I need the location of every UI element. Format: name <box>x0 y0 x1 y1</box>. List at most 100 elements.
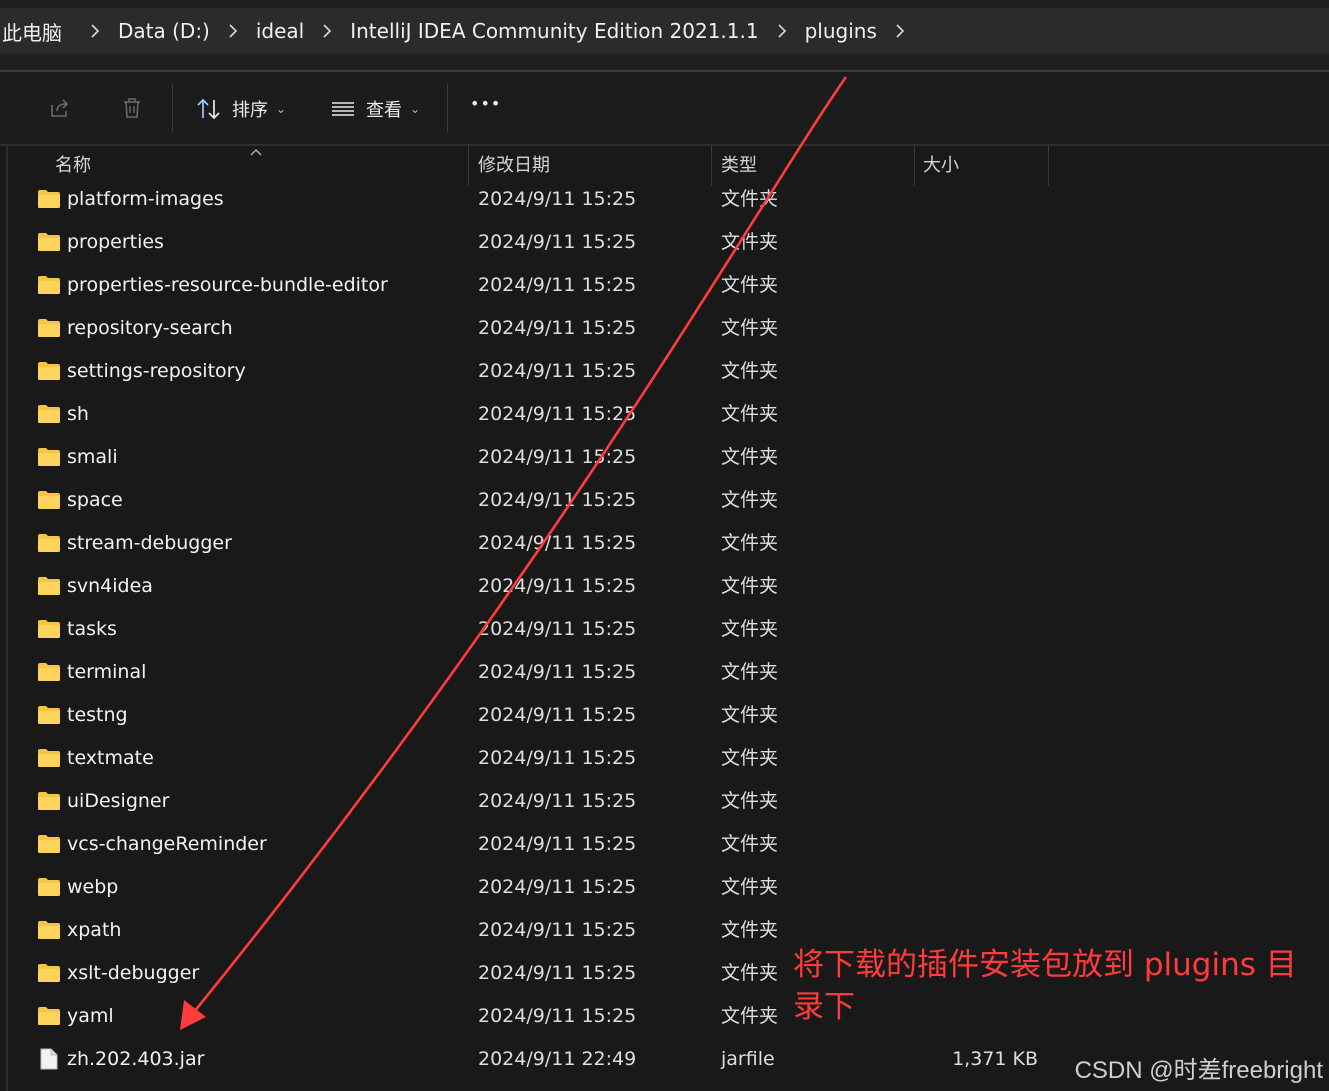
file-name: zh.202.403.jar <box>67 1048 205 1070</box>
breadcrumb-data-drive[interactable]: Data (D:) <box>118 19 210 43</box>
file-size <box>900 393 1038 436</box>
file-name: uiDesigner <box>67 790 170 812</box>
file-type: 文件夹 <box>721 403 779 425</box>
file-type: 文件夹 <box>721 274 779 296</box>
list-item[interactable]: sh 2024/9/11 15:25 文件夹 <box>0 393 1329 436</box>
sort-ascending-icon <box>250 144 262 160</box>
file-type: 文件夹 <box>721 833 779 855</box>
file-size <box>900 694 1038 737</box>
file-name: textmate <box>67 747 154 769</box>
file-name: platform-images <box>67 188 224 210</box>
file-size <box>900 178 1038 221</box>
folder-icon <box>38 448 60 466</box>
list-item[interactable]: smali 2024/9/11 15:25 文件夹 <box>0 436 1329 479</box>
view-label: 查看 <box>366 100 402 121</box>
file-date: 2024/9/11 15:25 <box>478 489 637 511</box>
list-item[interactable]: space 2024/9/11 15:25 文件夹 <box>0 479 1329 522</box>
list-item[interactable]: settings-repository 2024/9/11 15:25 文件夹 <box>0 350 1329 393</box>
folder-icon <box>38 405 60 423</box>
file-date: 2024/9/11 15:25 <box>478 188 637 210</box>
file-name: sh <box>67 403 89 425</box>
folder-icon <box>38 663 60 681</box>
folder-icon <box>38 878 60 896</box>
list-item[interactable]: platform-images 2024/9/11 15:25 文件夹 <box>0 178 1329 221</box>
file-size <box>900 522 1038 565</box>
more-icon: ••• <box>470 94 502 113</box>
breadcrumb-plugins[interactable]: plugins <box>805 19 877 43</box>
file-date: 2024/9/11 15:25 <box>478 274 637 296</box>
chevron-down-icon: ⌄ <box>276 102 287 116</box>
file-type: 文件夹 <box>721 1005 779 1027</box>
file-name: testng <box>67 704 128 726</box>
chevron-right-icon[interactable] <box>877 23 923 39</box>
share-button[interactable] <box>48 96 72 120</box>
watermark: CSDN @时差freebright <box>1074 1057 1323 1084</box>
chevron-right-icon[interactable] <box>304 23 350 39</box>
title-strip <box>0 0 1329 8</box>
file-date: 2024/9/11 15:25 <box>478 360 637 382</box>
file-date: 2024/9/11 15:25 <box>478 962 637 984</box>
file-size <box>900 823 1038 866</box>
file-size <box>900 221 1038 264</box>
folder-icon <box>38 577 60 595</box>
file-name: vcs-changeReminder <box>67 833 267 855</box>
list-item[interactable]: textmate 2024/9/11 15:25 文件夹 <box>0 737 1329 780</box>
file-type: 文件夹 <box>721 962 779 984</box>
file-name: terminal <box>67 661 147 683</box>
annotation-text: 将下载的插件安装包放到 plugins 目录下 <box>793 947 1297 1025</box>
file-name: yaml <box>67 1005 114 1027</box>
file-date: 2024/9/11 22:49 <box>478 1048 637 1070</box>
more-options-button[interactable]: ••• <box>470 94 501 113</box>
file-type: 文件夹 <box>721 360 779 382</box>
file-name: stream-debugger <box>67 532 232 554</box>
file-name: webp <box>67 876 119 898</box>
list-item[interactable]: svn4idea 2024/9/11 15:25 文件夹 <box>0 565 1329 608</box>
file-name: smali <box>67 446 118 468</box>
file-icon <box>40 1048 58 1070</box>
list-item[interactable]: uiDesigner 2024/9/11 15:25 文件夹 <box>0 780 1329 823</box>
breadcrumb-ideal[interactable]: ideal <box>256 19 304 43</box>
list-view-icon <box>332 102 354 116</box>
toolbar-separator <box>447 84 448 132</box>
file-date: 2024/9/11 15:25 <box>478 704 637 726</box>
list-item[interactable]: webp 2024/9/11 15:25 文件夹 <box>0 866 1329 909</box>
chevron-down-icon: ⌄ <box>410 102 421 116</box>
file-date: 2024/9/11 15:25 <box>478 661 637 683</box>
view-button[interactable]: 查看 ⌄ <box>330 96 420 122</box>
breadcrumb-intellij[interactable]: IntelliJ IDEA Community Edition 2021.1.1 <box>350 19 758 43</box>
file-name: tasks <box>67 618 117 640</box>
file-size <box>900 264 1038 307</box>
folder-icon <box>38 620 60 638</box>
file-date: 2024/9/11 15:25 <box>478 618 637 640</box>
file-name: svn4idea <box>67 575 153 597</box>
file-type: 文件夹 <box>721 747 779 769</box>
sort-button[interactable]: 排序 ⌄ <box>196 96 286 122</box>
file-date: 2024/9/11 15:25 <box>478 231 637 253</box>
chevron-right-icon[interactable] <box>72 23 118 39</box>
list-item[interactable]: tasks 2024/9/11 15:25 文件夹 <box>0 608 1329 651</box>
file-type: 文件夹 <box>721 704 779 726</box>
list-item[interactable]: terminal 2024/9/11 15:25 文件夹 <box>0 651 1329 694</box>
breadcrumb[interactable]: 此电脑 Data (D:) ideal IntelliJ IDEA Commun… <box>0 8 1329 54</box>
list-item[interactable]: repository-search 2024/9/11 15:25 文件夹 <box>0 307 1329 350</box>
file-size <box>900 350 1038 393</box>
list-item[interactable]: properties-resource-bundle-editor 2024/9… <box>0 264 1329 307</box>
file-type: 文件夹 <box>721 919 779 941</box>
file-name: properties <box>67 231 164 253</box>
chevron-right-icon[interactable] <box>759 23 805 39</box>
folder-icon <box>38 921 60 939</box>
file-name: settings-repository <box>67 360 246 382</box>
file-size <box>900 307 1038 350</box>
breadcrumb-this-pc[interactable]: 此电脑 <box>2 17 62 46</box>
file-date: 2024/9/11 15:25 <box>478 919 637 941</box>
list-item[interactable]: testng 2024/9/11 15:25 文件夹 <box>0 694 1329 737</box>
file-type: 文件夹 <box>721 661 779 683</box>
file-name: xpath <box>67 919 122 941</box>
file-type: 文件夹 <box>721 876 779 898</box>
list-item[interactable]: properties 2024/9/11 15:25 文件夹 <box>0 221 1329 264</box>
chevron-right-icon[interactable] <box>210 23 256 39</box>
delete-button[interactable] <box>120 96 144 120</box>
file-size <box>900 866 1038 909</box>
list-item[interactable]: stream-debugger 2024/9/11 15:25 文件夹 <box>0 522 1329 565</box>
list-item[interactable]: vcs-changeReminder 2024/9/11 15:25 文件夹 <box>0 823 1329 866</box>
